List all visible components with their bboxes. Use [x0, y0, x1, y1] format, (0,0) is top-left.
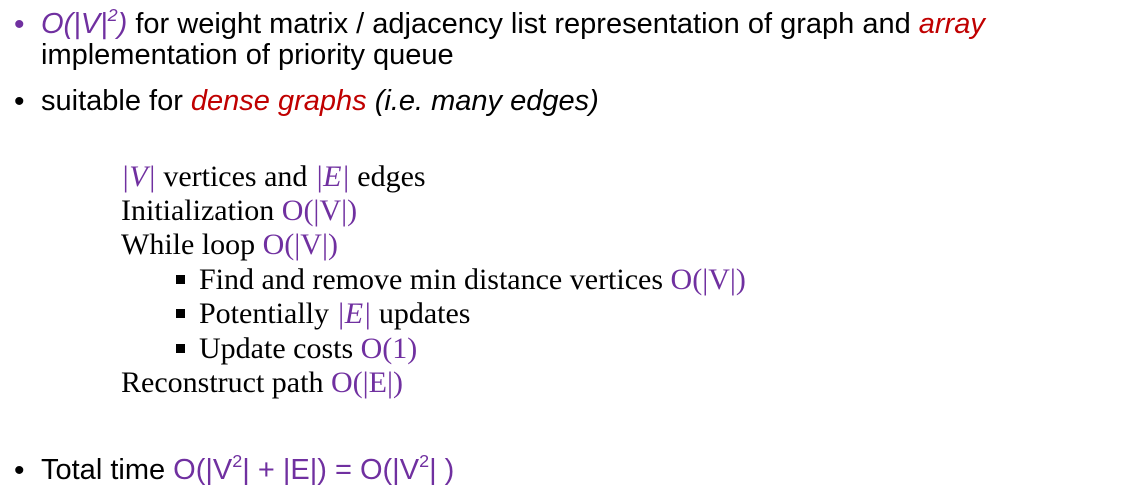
analysis-line-1: |V| vertices and |E| edges: [121, 160, 426, 193]
bullet-1-text: for weight matrix / adjacency list repre…: [127, 8, 919, 40]
analysis-line-3: While loop O(|V|): [121, 228, 338, 261]
emphasis-dense-graphs: dense graphs: [190, 85, 367, 117]
bullet-1-line-1: O(|V|2) for weight matrix / adjacency li…: [41, 4, 985, 40]
bullet-dot-3: •: [14, 454, 25, 487]
square-bullet-icon: [176, 343, 185, 353]
bullet-2-rest: (i.e. many edges): [366, 85, 599, 117]
square-bullet-icon: [176, 274, 185, 284]
square-bullet-icon: [176, 308, 185, 318]
bullet-dot-1: •: [14, 8, 25, 41]
emphasis-array: array: [918, 8, 985, 40]
complexity-math: O(|V|2): [41, 4, 128, 40]
analysis-sub-3: Update costs O(1): [176, 332, 417, 366]
bullet-2-text: suitable for: [41, 85, 191, 117]
bullet-3: Total time O(|V2| + |E|) = O(|V2| ): [41, 450, 455, 486]
bullet-2: suitable for dense graphs (i.e. many edg…: [41, 86, 599, 116]
bullet-1-line-2: implementation of priority queue: [41, 39, 454, 71]
bullet-3-text: Total time: [41, 454, 174, 486]
analysis-sub-1: Find and remove min distance vertices O(…: [176, 263, 746, 297]
total-time-formula: O(|V2| + |E|) = O(|V2| ): [173, 450, 455, 486]
analysis-sub-2: Potentially |E| updates: [176, 297, 470, 331]
bullet-dot-2: •: [14, 85, 25, 118]
analysis-line-2: Initialization O(|V|): [121, 194, 358, 227]
analysis-line-4: Reconstruct path O(|E|): [121, 366, 403, 399]
